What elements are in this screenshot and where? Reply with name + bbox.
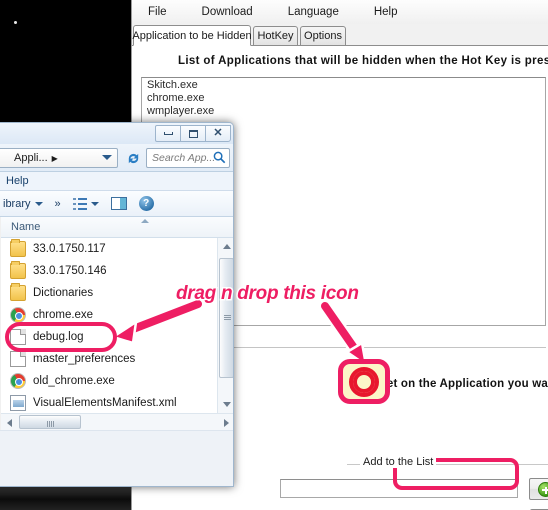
scrollbar-thumb[interactable] xyxy=(219,258,233,378)
tab-options[interactable]: Options xyxy=(300,26,346,46)
menu-language[interactable]: Language xyxy=(285,4,342,20)
menu-help[interactable]: Help xyxy=(371,4,401,20)
refresh-icon xyxy=(128,153,138,163)
hscrollbar-thumb[interactable] xyxy=(19,415,81,429)
library-label: ibrary xyxy=(3,197,31,210)
group-label-add-to-list: Add to the List xyxy=(360,456,437,468)
maximize-button[interactable] xyxy=(180,125,206,142)
chevron-left-icon xyxy=(6,418,12,427)
target-drag-icon[interactable] xyxy=(338,359,390,404)
file-name: VisualElementsManifest.xml xyxy=(33,397,177,409)
explorer-menubar: Help xyxy=(0,172,233,191)
close-button[interactable]: ✕ xyxy=(205,125,231,142)
menu-file[interactable]: File xyxy=(145,4,170,20)
file-name: old_chrome.exe xyxy=(33,375,115,387)
explorer-address-row: Appli... ▶ Search App... xyxy=(0,144,233,172)
scrollbar-grip-icon xyxy=(47,421,54,427)
tab-hotkey[interactable]: HotKey xyxy=(253,26,298,46)
bullseye-icon xyxy=(349,366,379,397)
file-row[interactable]: 33.0.1750.146 xyxy=(1,260,217,282)
scrollbar-grip-icon xyxy=(224,315,231,320)
minimize-button[interactable] xyxy=(155,125,181,142)
change-view-button[interactable] xyxy=(72,197,99,210)
list-view-icon xyxy=(72,197,87,210)
app-menubar: File Download Language Help xyxy=(132,0,548,24)
minimize-icon xyxy=(163,132,173,135)
preview-pane-button[interactable] xyxy=(110,197,127,210)
add-button[interactable]: Add xyxy=(529,478,548,500)
help-button[interactable]: ? xyxy=(138,196,154,211)
tab-application-to-be-hidden[interactable]: Application to be Hidden xyxy=(132,25,252,46)
vertical-scrollbar[interactable] xyxy=(217,238,233,413)
document-icon xyxy=(10,351,26,367)
close-icon: ✕ xyxy=(213,127,223,139)
breadcrumb-arrow-icon[interactable]: ▶ xyxy=(52,154,58,163)
chevron-down-icon xyxy=(222,402,231,407)
taskbar xyxy=(0,486,131,510)
search-placeholder-text: Search App... xyxy=(152,152,216,164)
search-icon xyxy=(213,151,226,167)
list-item[interactable]: wmplayer.exe xyxy=(142,104,545,117)
folder-icon xyxy=(10,239,26,257)
folder-icon xyxy=(10,261,26,279)
address-breadcrumb[interactable]: Appli... xyxy=(0,152,48,164)
green-plus-icon xyxy=(538,482,548,497)
scroll-down-button[interactable] xyxy=(218,396,233,413)
explorer-titlebar[interactable]: ✕ xyxy=(0,123,233,144)
highlight-oval-chrome-exe xyxy=(5,322,117,352)
menu-download[interactable]: Download xyxy=(199,4,256,20)
desktop-dot-icon xyxy=(14,21,17,24)
address-dropdown-icon[interactable] xyxy=(102,155,112,160)
chevron-up-icon xyxy=(222,244,231,249)
list-item[interactable]: chrome.exe xyxy=(142,91,545,104)
file-name: 33.0.1750.117 xyxy=(33,243,106,255)
xml-icon xyxy=(10,395,26,411)
file-name: chrome.exe xyxy=(33,309,94,321)
explorer-column-header[interactable]: Name xyxy=(1,217,233,238)
window-controls: ✕ xyxy=(155,125,231,142)
column-header-name[interactable]: Name xyxy=(1,221,40,233)
annotation-callout-text: drag n drop this icon xyxy=(175,282,361,306)
file-row[interactable]: VisualElementsManifest.xml xyxy=(1,392,217,413)
scroll-left-button[interactable] xyxy=(1,414,17,431)
help-icon: ? xyxy=(138,196,154,211)
organize-library-button[interactable]: ibrary xyxy=(3,198,43,210)
explorer-menu-help[interactable]: Help xyxy=(0,175,29,187)
scroll-right-button[interactable] xyxy=(218,414,233,431)
explorer-status-area xyxy=(0,430,233,486)
toolbar-overflow-button[interactable]: » xyxy=(55,198,61,210)
panel-heading: List of Applications that will be hidden… xyxy=(178,55,548,67)
horizontal-scrollbar[interactable] xyxy=(1,413,233,431)
preview-pane-icon xyxy=(110,197,127,210)
search-box[interactable]: Search App... xyxy=(146,148,230,168)
file-name: 33.0.1750.146 xyxy=(33,265,107,277)
maximize-icon xyxy=(188,129,198,138)
list-item[interactable]: Skitch.exe xyxy=(142,78,545,91)
chevron-down-icon xyxy=(90,201,99,206)
explorer-toolbar: ibrary » ? xyxy=(0,191,233,217)
file-name: master_preferences xyxy=(33,353,136,365)
chrome-icon xyxy=(10,307,26,323)
file-row[interactable]: 33.0.1750.117 xyxy=(1,238,217,260)
sort-ascending-icon xyxy=(141,219,149,223)
folder-icon xyxy=(10,283,26,301)
file-name: Dictionaries xyxy=(33,287,94,299)
screenshot-root: File Download Language Help Application … xyxy=(0,0,548,510)
chevron-right-icon xyxy=(223,418,229,427)
file-row[interactable]: old_chrome.exe xyxy=(1,370,217,392)
tabstrip: Application to be Hidden HotKey Options xyxy=(132,24,548,46)
refresh-button[interactable] xyxy=(123,148,143,168)
scroll-up-button[interactable] xyxy=(218,238,233,255)
chevron-down-icon xyxy=(34,201,43,206)
chrome-icon xyxy=(10,373,26,389)
address-bar[interactable]: Appli... ▶ xyxy=(0,148,118,168)
